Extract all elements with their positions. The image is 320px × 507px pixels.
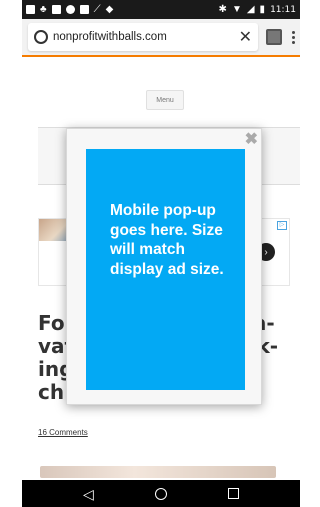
notification-icons: ♣ ⟋ ◆ xyxy=(26,3,114,15)
article-image xyxy=(40,466,276,478)
image-icon xyxy=(79,5,89,14)
sync-icon xyxy=(65,5,75,14)
navigation-bar: ◁ xyxy=(22,480,300,507)
url-text[interactable]: nonprofitwithballs.com xyxy=(53,31,235,43)
tab-switcher-button[interactable] xyxy=(266,29,282,45)
system-icons: ✱ ▼ ◢ ▮ 11:11 xyxy=(218,3,296,15)
comments-link[interactable]: 16 Comments xyxy=(38,428,88,437)
home-button[interactable] xyxy=(151,484,171,504)
clear-url-button[interactable]: ✕ xyxy=(235,27,252,47)
status-bar: ♣ ⟋ ◆ ✱ ▼ ◢ ▮ 11:11 xyxy=(22,0,300,19)
signal-icon: ◢ xyxy=(246,3,255,15)
popup-ad-placeholder[interactable]: Mobile pop-up goes here. Size will match… xyxy=(86,149,245,390)
notification-icon: ♣ xyxy=(40,3,47,15)
recents-icon xyxy=(228,488,240,499)
lock-icon: ◆ xyxy=(105,3,114,15)
bluetooth-icon: ✱ xyxy=(218,3,227,15)
scribble-icon: ⟋ xyxy=(93,3,101,15)
menu-button[interactable]: Menu xyxy=(146,90,184,110)
wifi-icon: ▼ xyxy=(231,3,242,15)
close-icon[interactable]: ✖ xyxy=(245,132,258,148)
status-time: 11:11 xyxy=(270,4,296,15)
overflow-menu-icon[interactable] xyxy=(290,30,296,44)
adchoices-icon[interactable]: ▷ xyxy=(277,221,287,230)
url-bar[interactable]: nonprofitwithballs.com ✕ xyxy=(28,23,258,51)
battery-icon: ▮ xyxy=(259,3,266,15)
popup-modal: ✖ Mobile pop-up goes here. Size will mat… xyxy=(66,128,262,405)
facebook-icon xyxy=(26,5,35,14)
back-icon[interactable]: ◁ xyxy=(78,484,98,504)
globe-icon xyxy=(34,30,48,44)
recents-button[interactable] xyxy=(224,484,244,504)
home-icon xyxy=(154,487,167,500)
browser-toolbar: nonprofitwithballs.com ✕ xyxy=(22,19,300,57)
message-icon xyxy=(51,5,61,14)
